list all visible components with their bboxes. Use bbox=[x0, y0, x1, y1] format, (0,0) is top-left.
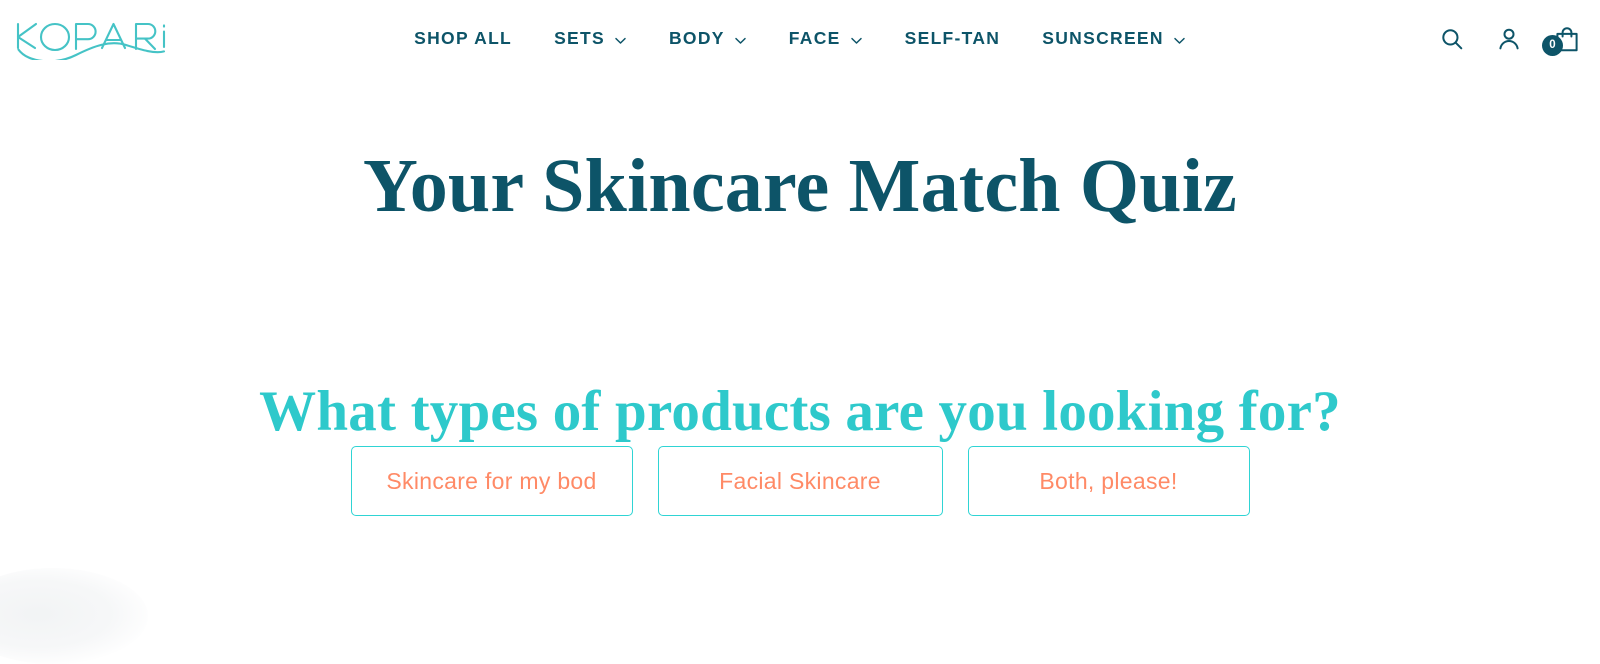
header-actions: 0 bbox=[1438, 0, 1582, 78]
nav-item-sunscreen[interactable]: SUNSCREEN bbox=[1021, 30, 1207, 48]
search-icon bbox=[1440, 27, 1464, 51]
nav-item-shop-all[interactable]: SHOP ALL bbox=[393, 30, 533, 48]
quiz-question: What types of products are you looking f… bbox=[259, 380, 1341, 443]
nav-label: FACE bbox=[788, 28, 841, 49]
nav-label: BODY bbox=[668, 28, 725, 49]
site-header: SHOP ALL SETS BODY FACE SELF-TAN SUNSCRE… bbox=[0, 0, 1600, 78]
nav-item-sets[interactable]: SETS bbox=[533, 30, 648, 48]
nav-item-face[interactable]: FACE bbox=[768, 30, 884, 48]
primary-navigation: SHOP ALL SETS BODY FACE SELF-TAN SUNSCRE… bbox=[0, 0, 1600, 78]
page-title: Your Skincare Match Quiz bbox=[363, 144, 1237, 228]
cart-count-badge: 0 bbox=[1542, 35, 1563, 56]
chevron-down-icon bbox=[614, 34, 627, 47]
chevron-down-icon bbox=[734, 34, 747, 47]
kopari-logo[interactable] bbox=[14, 18, 174, 60]
chevron-down-icon bbox=[850, 34, 863, 47]
user-account-icon bbox=[1497, 27, 1521, 52]
quiz-answer-options: Skincare for my bod Facial Skincare Both… bbox=[300, 446, 1300, 516]
answer-option-facial-skincare[interactable]: Facial Skincare bbox=[657, 446, 943, 516]
quiz-section: Your Skincare Match Quiz What types of p… bbox=[0, 78, 1600, 634]
nav-list: SHOP ALL SETS BODY FACE SELF-TAN SUNSCRE… bbox=[393, 30, 1207, 48]
nav-item-self-tan[interactable]: SELF-TAN bbox=[884, 30, 1022, 48]
answer-option-both[interactable]: Both, please! bbox=[967, 446, 1250, 516]
chevron-down-icon bbox=[1173, 34, 1186, 47]
cart-button[interactable]: 0 bbox=[1542, 24, 1582, 56]
nav-label: SETS bbox=[554, 28, 605, 49]
nav-label: SELF-TAN bbox=[904, 28, 1001, 49]
search-button[interactable] bbox=[1438, 24, 1465, 54]
kopari-logo-icon bbox=[16, 22, 166, 60]
nav-label: SHOP ALL bbox=[414, 28, 513, 49]
answer-option-body-skincare[interactable]: Skincare for my bod bbox=[350, 446, 633, 516]
account-button[interactable] bbox=[1495, 24, 1522, 54]
nav-item-body[interactable]: BODY bbox=[648, 30, 768, 48]
nav-label: SUNSCREEN bbox=[1042, 28, 1164, 49]
